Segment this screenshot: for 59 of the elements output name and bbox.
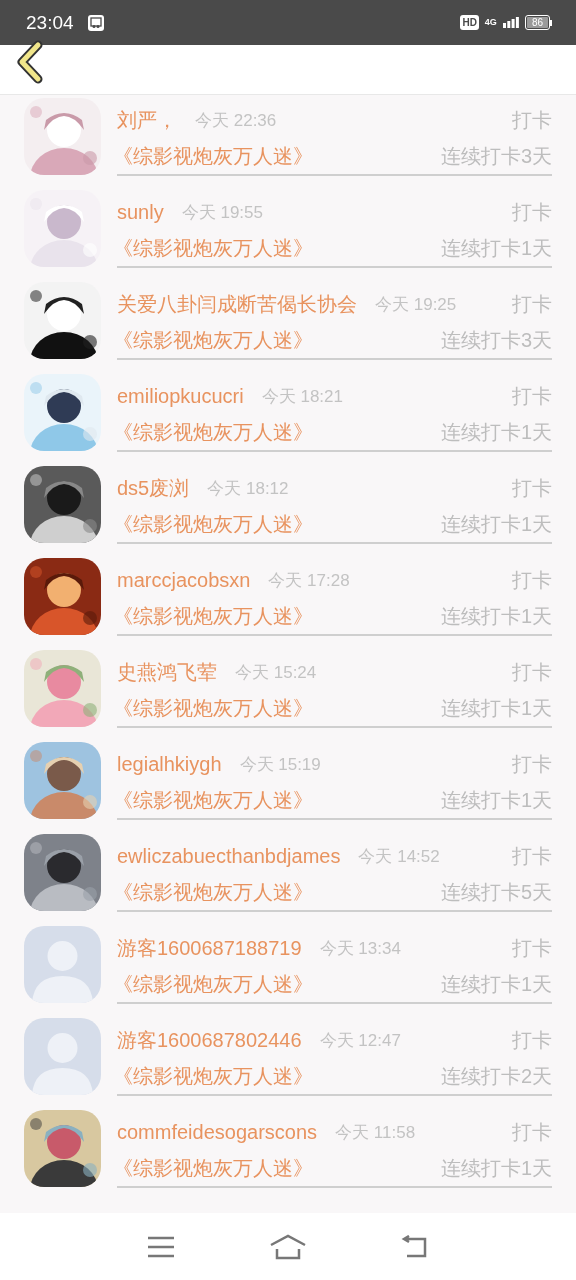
book-title[interactable]: 《综影视炮灰万人迷》	[113, 234, 313, 262]
streak-text: 连续打卡1天	[440, 971, 552, 997]
user-name[interactable]: legialhkiygh	[117, 752, 222, 776]
signal-icon	[502, 17, 519, 28]
book-title[interactable]: 《综影视炮灰万人迷》	[113, 418, 313, 446]
streak-text: 连续打卡1天	[440, 695, 552, 721]
streak-text: 连续打卡1天	[440, 603, 552, 629]
check-in-label: 打卡	[512, 935, 552, 961]
book-title[interactable]: 《综影视炮灰万人迷》	[113, 1154, 313, 1182]
check-in-label: 打卡	[512, 1027, 552, 1053]
default-avatar-icon	[24, 1018, 101, 1095]
streak-text: 连续打卡1天	[440, 511, 552, 537]
streak-text: 连续打卡1天	[440, 419, 552, 445]
hd-badge: HD	[460, 15, 479, 30]
check-in-label: 打卡	[512, 475, 552, 501]
check-in-label: 打卡	[512, 107, 552, 133]
check-in-label: 打卡	[512, 383, 552, 409]
book-title[interactable]: 《综影视炮灰万人迷》	[113, 1062, 313, 1090]
check-in-label: 打卡	[512, 567, 552, 593]
check-in-label: 打卡	[512, 291, 552, 317]
book-title[interactable]: 《综影视炮灰万人迷》	[113, 510, 313, 538]
user-name[interactable]: 游客1600687802446	[117, 1026, 302, 1054]
streak-text: 连续打卡2天	[440, 1063, 552, 1089]
user-name[interactable]: 刘严，	[117, 106, 177, 134]
user-name[interactable]: commfeidesogarscons	[117, 1120, 318, 1144]
home-icon[interactable]	[269, 1233, 307, 1260]
check-in-label: 打卡	[512, 199, 552, 225]
streak-text: 连续打卡3天	[440, 327, 552, 353]
user-name[interactable]: 关爱八卦闫成断苦偈长协会	[117, 290, 357, 318]
check-in-label: 打卡	[512, 751, 552, 777]
default-avatar-icon	[24, 926, 101, 1003]
book-title[interactable]: 《综影视炮灰万人迷》	[113, 878, 313, 906]
book-title[interactable]: 《综影视炮灰万人迷》	[113, 970, 313, 998]
user-name[interactable]: emiliopkucucri	[117, 384, 244, 408]
user-name[interactable]: 史燕鸿飞荤	[117, 658, 217, 686]
streak-text: 连续打卡1天	[440, 787, 552, 813]
book-title[interactable]: 《综影视炮灰万人迷》	[113, 142, 313, 170]
user-name[interactable]: sunly	[117, 200, 164, 224]
user-name[interactable]: 游客1600687188719	[117, 934, 302, 962]
user-name[interactable]: marccjacobsxn	[117, 568, 251, 592]
check-in-label: 打卡	[512, 1119, 552, 1145]
streak-text: 连续打卡5天	[440, 879, 552, 905]
user-name[interactable]: ds5废浏	[117, 474, 190, 502]
clock-time: 23:04	[26, 11, 74, 34]
screenshot-icon	[87, 14, 104, 31]
check-in-label: 打卡	[512, 659, 552, 685]
book-title[interactable]: 《综影视炮灰万人迷》	[113, 694, 313, 722]
streak-text: 连续打卡3天	[440, 143, 552, 169]
battery-icon: 86	[524, 15, 552, 30]
menu-icon[interactable]	[147, 1235, 175, 1258]
book-title[interactable]: 《综影视炮灰万人迷》	[113, 786, 313, 814]
book-title[interactable]: 《综影视炮灰万人迷》	[113, 326, 313, 354]
user-name[interactable]: ewliczabuecthanbdjames	[117, 844, 341, 868]
check-in-label: 打卡	[512, 843, 552, 869]
streak-text: 连续打卡1天	[440, 1155, 552, 1181]
book-title[interactable]: 《综影视炮灰万人迷》	[113, 602, 313, 630]
streak-text: 连续打卡1天	[440, 235, 552, 261]
network-type: 4G	[484, 18, 497, 27]
return-icon[interactable]	[401, 1234, 429, 1259]
